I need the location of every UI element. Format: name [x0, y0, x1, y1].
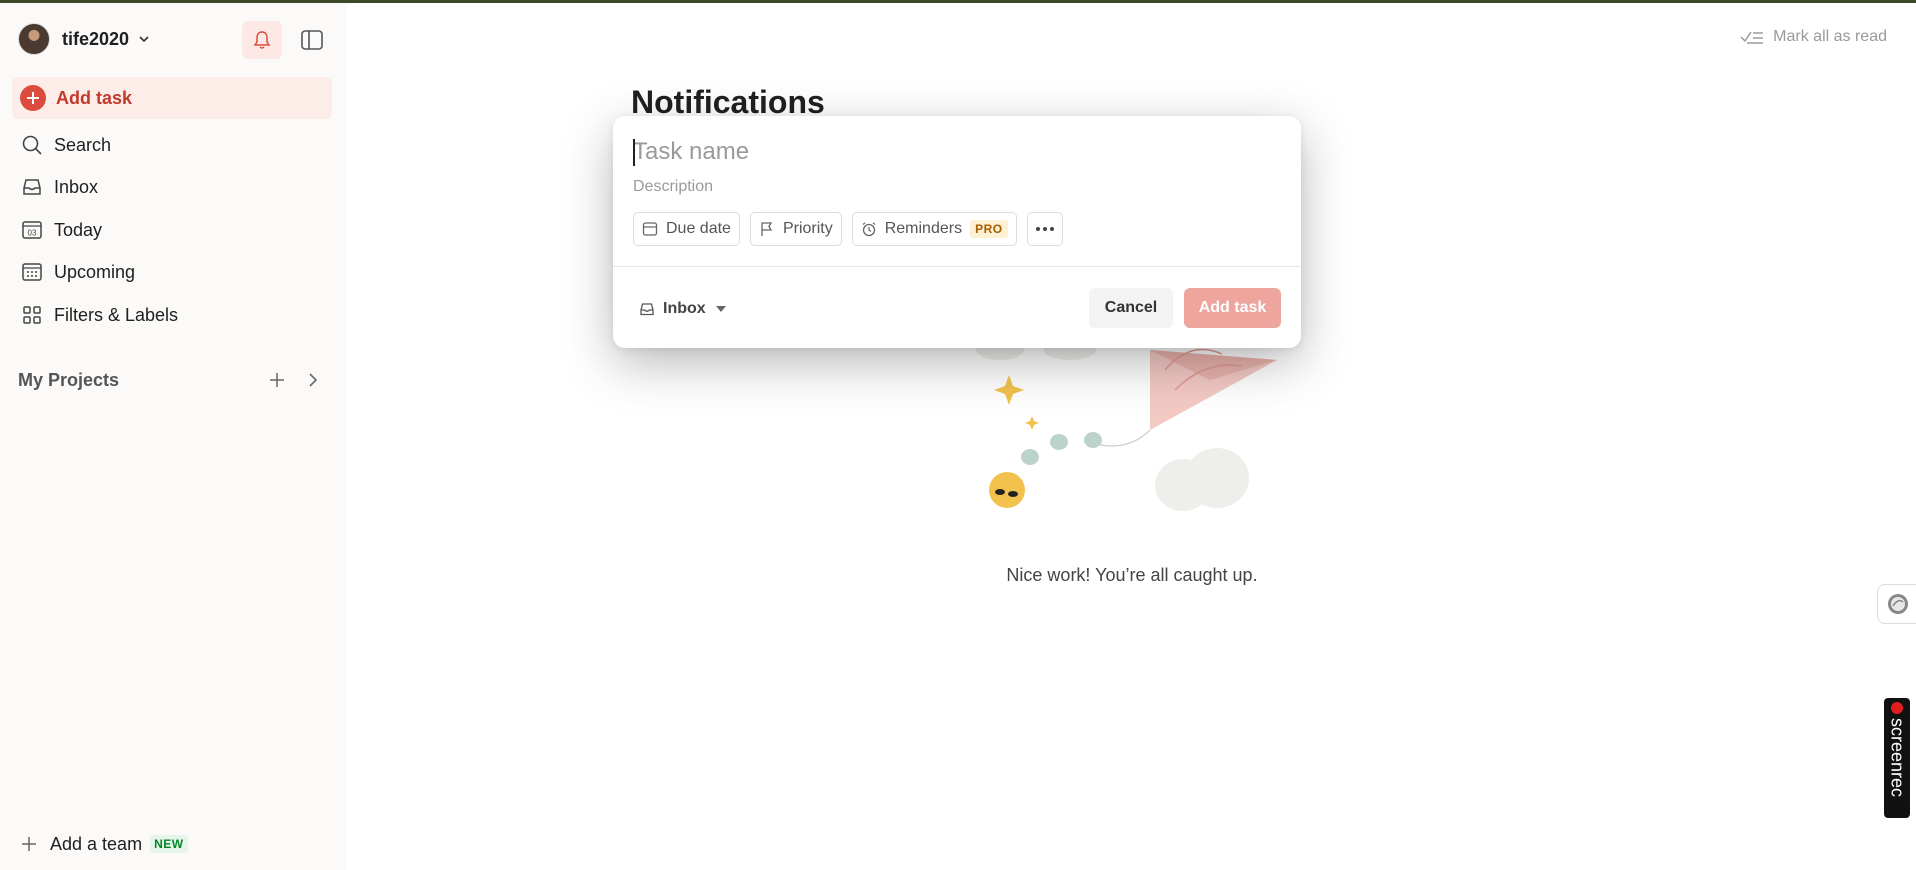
notifications-button[interactable] — [242, 21, 282, 59]
sidebar-item-upcoming[interactable]: Upcoming — [20, 255, 135, 289]
sidebar-item-label: Inbox — [54, 176, 99, 197]
project-selector[interactable]: Inbox — [633, 292, 732, 326]
mark-all-read-label: Mark all as read — [1773, 28, 1887, 45]
inbox-icon — [20, 175, 44, 199]
sidebar-item-label: Upcoming — [54, 261, 136, 282]
sidebar-toggle-icon — [301, 30, 323, 50]
sidebar-item-label: Today — [54, 219, 103, 240]
reminders-label: Reminders — [884, 220, 963, 237]
record-icon — [1891, 702, 1903, 714]
filters-icon — [20, 303, 44, 327]
expand-projects-button[interactable] — [298, 365, 328, 395]
cancel-button[interactable]: Cancel — [1089, 288, 1173, 328]
sidebar: tife2020 Add task Search Inbox 03 Today … — [0, 3, 347, 870]
task-description-input[interactable] — [633, 176, 1273, 198]
more-options-button[interactable] — [1026, 212, 1063, 246]
calendar-icon — [642, 222, 658, 236]
username: tife2020 — [62, 28, 130, 49]
add-team-button[interactable]: Add a team NEW — [20, 829, 188, 859]
sidebar-item-label: Search — [54, 134, 112, 155]
toggle-sidebar-button[interactable] — [296, 21, 328, 59]
chevron-right-icon — [309, 373, 318, 387]
search-icon — [20, 133, 44, 157]
calendar-upcoming-icon — [20, 260, 44, 284]
my-projects-header[interactable]: My Projects — [18, 365, 328, 395]
calendar-today-icon: 03 — [20, 218, 44, 242]
caret-down-icon — [715, 306, 726, 312]
flag-icon — [761, 222, 773, 236]
project-selector-label: Inbox — [663, 300, 706, 317]
add-team-label: Add a team — [50, 833, 143, 854]
svg-text:03: 03 — [28, 229, 37, 238]
screenrec-widget[interactable]: screenrec — [1884, 698, 1910, 818]
check-list-icon — [1740, 31, 1764, 44]
add-project-button[interactable] — [262, 365, 292, 395]
mark-all-read-button[interactable]: Mark all as read — [1739, 28, 1887, 46]
floating-widget-button[interactable] — [1877, 584, 1916, 624]
task-name-input[interactable] — [633, 136, 1273, 168]
plus-circle-icon — [20, 85, 46, 111]
globe-icon — [1887, 594, 1908, 614]
priority-label: Priority — [782, 220, 833, 237]
user-menu[interactable]: tife2020 — [18, 22, 151, 56]
avatar — [18, 23, 50, 55]
sidebar-add-task-button[interactable]: Add task — [12, 77, 332, 119]
task-options: Due date Priority Reminders PRO — [633, 212, 1063, 246]
inbox-icon — [640, 303, 654, 316]
text-caret — [633, 139, 635, 166]
sidebar-item-label: Filters & Labels — [54, 304, 179, 325]
sidebar-item-search[interactable]: Search — [20, 128, 111, 162]
alarm-clock-icon — [862, 222, 876, 237]
quick-add-task-dialog: Due date Priority Reminders PRO Inbox Ca… — [613, 116, 1301, 348]
screenrec-label: screenrec — [1887, 718, 1908, 798]
empty-state-illustration — [976, 340, 1277, 511]
new-badge: NEW — [150, 835, 188, 853]
sidebar-item-filters-labels[interactable]: Filters & Labels — [20, 298, 178, 332]
plus-icon — [22, 837, 36, 851]
due-date-button[interactable]: Due date — [633, 212, 740, 246]
bell-icon — [253, 31, 271, 49]
divider — [613, 266, 1301, 267]
chevron-down-icon — [139, 36, 149, 43]
priority-button[interactable]: Priority — [749, 212, 842, 246]
plus-icon — [270, 373, 284, 387]
more-horizontal-icon — [1035, 227, 1054, 231]
sidebar-item-today[interactable]: 03 Today — [20, 213, 102, 247]
empty-state-text: Nice work! You’re all caught up. — [1006, 565, 1258, 585]
pro-badge: PRO — [970, 220, 1008, 238]
add-task-label: Add task — [56, 87, 133, 108]
add-task-button[interactable]: Add task — [1184, 288, 1281, 328]
my-projects-label: My Projects — [18, 369, 120, 390]
reminders-button[interactable]: Reminders PRO — [851, 212, 1017, 246]
due-date-label: Due date — [666, 220, 731, 237]
sidebar-item-inbox[interactable]: Inbox — [20, 170, 98, 204]
